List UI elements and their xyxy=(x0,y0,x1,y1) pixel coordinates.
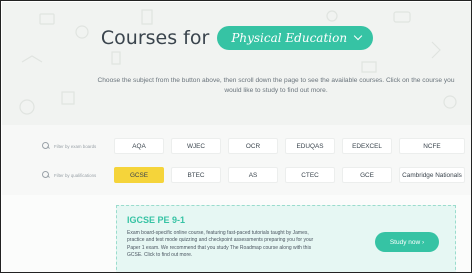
qualification-filter-row: Filter by qualifications GCSE BTEC AS CT… xyxy=(2,167,471,183)
filter-chip-cambridge-nationals[interactable]: Cambridge Nationals xyxy=(399,167,465,183)
filter-chip-gcse[interactable]: GCSE xyxy=(114,167,164,183)
exam-board-filter-row: Filter by exam boards AQA WJEC OCR EDUQA… xyxy=(2,138,471,154)
background-doodles xyxy=(19,9,457,115)
filter-chip-btec[interactable]: BTEC xyxy=(171,167,221,183)
exam-board-filter-text: Filter by exam boards xyxy=(54,143,97,149)
filter-chip-as[interactable]: AS xyxy=(228,167,278,183)
filter-chip-ctec[interactable]: CTEC xyxy=(285,167,335,183)
course-title: IGCSE PE 9-1 xyxy=(127,215,186,225)
page-description: Choose the subject from the button above… xyxy=(97,77,455,94)
filter-chip-ocr[interactable]: OCR xyxy=(228,138,278,154)
filter-chip-gce[interactable]: GCE xyxy=(342,167,392,183)
qualification-filter-text: Filter by qualifications xyxy=(54,172,97,178)
filter-chip-eduqas[interactable]: EDUQAS xyxy=(285,138,335,154)
search-icon xyxy=(42,142,50,150)
subject-dropdown-label: Physical Education xyxy=(231,31,348,45)
filter-chip-wjec[interactable]: WJEC xyxy=(171,138,221,154)
qualification-filter-label: Filter by qualifications xyxy=(2,171,114,179)
search-icon xyxy=(42,171,50,179)
title-row: Courses for Physical Education xyxy=(2,26,471,50)
subject-dropdown-button[interactable]: Physical Education xyxy=(217,26,374,50)
course-list: IGCSE PE 9-1 Exam board-specific online … xyxy=(2,195,471,272)
page-frame: Courses for Physical Education Choose th… xyxy=(0,0,472,273)
filter-panel: Filter by exam boards AQA WJEC OCR EDUQA… xyxy=(2,125,471,195)
filter-chip-ncfe[interactable]: NCFE xyxy=(399,138,465,154)
chevron-down-icon xyxy=(353,31,363,41)
filter-chip-edexcel[interactable]: EDEXCEL xyxy=(342,138,392,154)
hero-banner: Courses for Physical Education Choose th… xyxy=(2,2,471,125)
page-title: Courses for xyxy=(100,27,210,49)
exam-board-filter-label: Filter by exam boards xyxy=(2,142,114,150)
course-description: Exam board-specific online course, featu… xyxy=(127,230,314,259)
filter-chip-aqa[interactable]: AQA xyxy=(114,138,164,154)
study-now-button[interactable]: Study now › xyxy=(375,232,439,252)
course-card[interactable]: IGCSE PE 9-1 Exam board-specific online … xyxy=(116,205,456,272)
